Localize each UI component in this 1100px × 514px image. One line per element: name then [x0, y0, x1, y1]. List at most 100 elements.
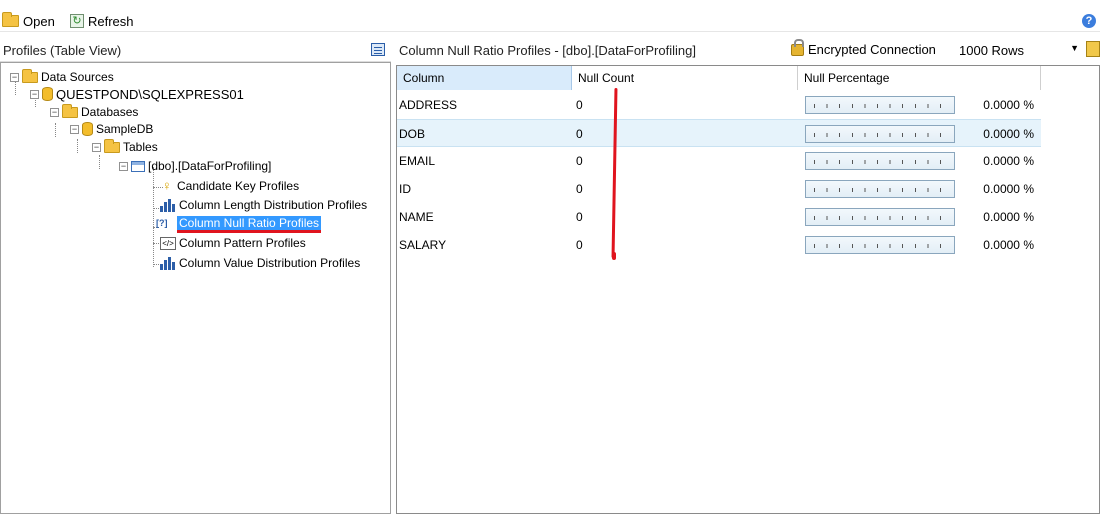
- tree-node-column-null-ratio-profiles[interactable]: [?] Column Null Ratio Profiles: [156, 215, 322, 233]
- bar-ticks: [814, 188, 946, 192]
- column-header-null-percentage[interactable]: Null Percentage: [798, 66, 1041, 90]
- pattern-icon: </>: [160, 236, 176, 250]
- null-percentage-bar: [805, 125, 955, 143]
- refresh-label: Refresh: [88, 13, 134, 29]
- cell-null-count: 0: [576, 127, 583, 141]
- tree-node-tables[interactable]: − Tables: [92, 138, 158, 155]
- collapse-icon[interactable]: −: [50, 107, 59, 117]
- collapse-icon[interactable]: −: [10, 72, 19, 82]
- cell-column-name: SALARY: [399, 238, 447, 252]
- tree-node-databases[interactable]: − Databases: [50, 103, 139, 120]
- tree-node-column-pattern-profiles[interactable]: </> Column Pattern Profiles: [160, 235, 306, 251]
- tree-label-databases: Databases: [81, 105, 139, 119]
- folder-open-icon: [2, 12, 19, 27]
- bar-ticks: [814, 104, 946, 108]
- open-button[interactable]: Open: [2, 12, 55, 30]
- tree-label-profile: Column Length Distribution Profiles: [179, 198, 368, 212]
- table-row[interactable]: ADDRESS 0 0.0000 %: [397, 91, 1041, 119]
- profiles-panel-title: Profiles (Table View): [3, 43, 122, 58]
- cell-null-count: 0: [576, 182, 583, 196]
- table-row[interactable]: ID 0 0.0000 %: [397, 175, 1041, 203]
- cell-null-percentage: 0.0000 %: [983, 127, 1034, 141]
- tree-label-profile: Column Value Distribution Profiles: [179, 256, 361, 270]
- profiles-panel-header: Profiles (Table View): [0, 38, 391, 62]
- null-percentage-bar: [805, 96, 955, 114]
- null-percentage-bar: [805, 152, 955, 170]
- connection-label: Encrypted Connection: [808, 42, 936, 57]
- database-icon: [82, 122, 93, 136]
- null-percentage-bar: [805, 180, 955, 198]
- table-view-icon[interactable]: [371, 43, 385, 56]
- collapse-icon[interactable]: −: [30, 89, 39, 99]
- collapse-icon[interactable]: −: [70, 124, 79, 134]
- cell-null-count: 0: [576, 98, 583, 112]
- tree-node-data-sources[interactable]: − Data Sources: [10, 68, 114, 85]
- table-row[interactable]: NAME 0 0.0000 %: [397, 203, 1041, 231]
- tree-node-column-value-distribution-profiles[interactable]: Column Value Distribution Profiles: [158, 255, 360, 271]
- column-header-column[interactable]: Column: [397, 66, 572, 90]
- null-percentage-bar: [805, 236, 955, 254]
- cell-column-name: ID: [399, 182, 411, 196]
- tree-label-database: SampleDB: [96, 122, 154, 136]
- bar-ticks: [814, 133, 946, 137]
- refresh-button[interactable]: ↻ Refresh: [70, 12, 134, 30]
- collapse-icon[interactable]: −: [92, 142, 101, 152]
- cell-null-percentage: 0.0000 %: [983, 238, 1034, 252]
- folder-icon: [22, 68, 38, 83]
- tree-node-candidate-key-profiles[interactable]: ♀ Candidate Key Profiles: [162, 178, 299, 194]
- cell-column-name: EMAIL: [399, 154, 436, 168]
- rows-dropdown[interactable]: 1000 Rows ▼: [959, 43, 1079, 58]
- tree-label-server: QUESTPOND\SQLEXPRESS01: [56, 86, 244, 102]
- tree-node-database[interactable]: − SampleDB: [70, 121, 153, 137]
- cell-null-percentage: 0.0000 %: [983, 98, 1034, 112]
- tree-node-table[interactable]: − [dbo].[DataForProfiling]: [119, 158, 271, 174]
- collapse-icon[interactable]: −: [119, 161, 128, 171]
- table-row[interactable]: EMAIL 0 0.0000 %: [397, 147, 1041, 175]
- encrypted-connection[interactable]: Encrypted Connection: [791, 38, 936, 57]
- table-row[interactable]: SALARY 0 0.0000 %: [397, 231, 1041, 259]
- cell-null-count: 0: [576, 238, 583, 252]
- refresh-icon: ↻: [70, 14, 84, 28]
- key-icon: ♀: [162, 178, 172, 193]
- tree-label-data-sources: Data Sources: [41, 70, 114, 84]
- null-ratio-grid: Column Null Count Null Percentage ADDRES…: [396, 65, 1100, 514]
- toolbar: Open ↻ Refresh ?: [0, 0, 1100, 32]
- tree-node-server[interactable]: − QUESTPOND\SQLEXPRESS01: [30, 86, 244, 102]
- red-underline-annotation: [177, 230, 322, 233]
- server-icon: [42, 87, 53, 101]
- tree-label-tables: Tables: [123, 140, 158, 154]
- table-row[interactable]: DOB 0 0.0000 %: [397, 119, 1041, 147]
- bar-ticks: [814, 244, 946, 248]
- grid-header: Column Null Count Null Percentage: [397, 66, 1041, 90]
- tree-node-column-length-distribution-profiles[interactable]: Column Length Distribution Profiles: [158, 197, 367, 213]
- cell-null-percentage: 0.0000 %: [983, 182, 1034, 196]
- cell-null-percentage: 0.0000 %: [983, 154, 1034, 168]
- profiles-tree[interactable]: − Data Sources − QUESTPOND\SQLEXPRESS01 …: [0, 62, 391, 514]
- folder-icon: [62, 103, 78, 118]
- bar-ticks: [814, 216, 946, 220]
- null-percentage-bar: [805, 208, 955, 226]
- export-icon[interactable]: [1086, 41, 1100, 57]
- results-panel-title: Column Null Ratio Profiles - [dbo].[Data…: [399, 43, 696, 58]
- dropdown-arrow-icon[interactable]: ▼: [1070, 43, 1079, 53]
- cell-column-name: ADDRESS: [399, 98, 458, 112]
- bar-chart-icon: [158, 198, 176, 212]
- tree-label-profile-selected: Column Null Ratio Profiles: [177, 216, 322, 233]
- cell-null-count: 0: [576, 154, 583, 168]
- tree-label-table: [dbo].[DataForProfiling]: [148, 159, 272, 173]
- cell-column-name: NAME: [399, 210, 434, 224]
- tree-label-profile: Candidate Key Profiles: [177, 179, 300, 193]
- null-ratio-icon: [?]: [156, 217, 168, 228]
- tree-label-profile: Column Null Ratio Profiles: [179, 216, 320, 230]
- cell-null-count: 0: [576, 210, 583, 224]
- results-panel-header: Column Null Ratio Profiles - [dbo].[Data…: [396, 38, 1100, 62]
- bar-ticks: [814, 160, 946, 164]
- folder-icon: [104, 138, 120, 153]
- table-icon: [131, 160, 145, 172]
- tree-label-profile: Column Pattern Profiles: [179, 236, 306, 250]
- open-label: Open: [23, 13, 55, 29]
- red-line-annotation: [612, 252, 616, 260]
- column-header-null-count[interactable]: Null Count: [572, 66, 798, 90]
- help-icon[interactable]: ?: [1082, 14, 1096, 28]
- bar-chart-icon: [158, 256, 176, 270]
